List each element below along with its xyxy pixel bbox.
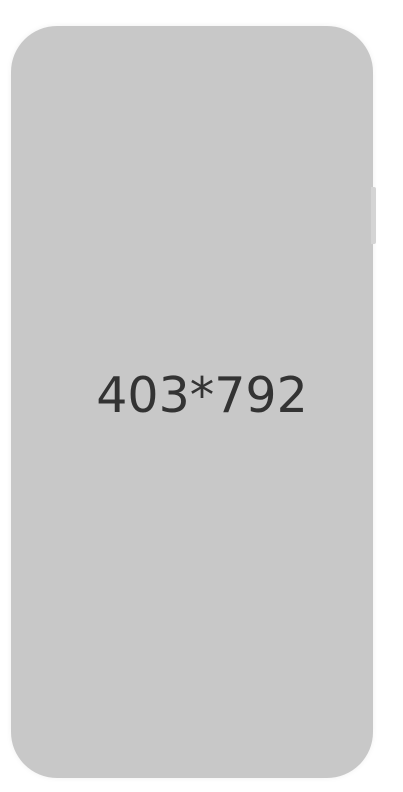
placeholder-dimensions-label: 403*792 (96, 367, 308, 424)
device-side-button (371, 187, 376, 244)
